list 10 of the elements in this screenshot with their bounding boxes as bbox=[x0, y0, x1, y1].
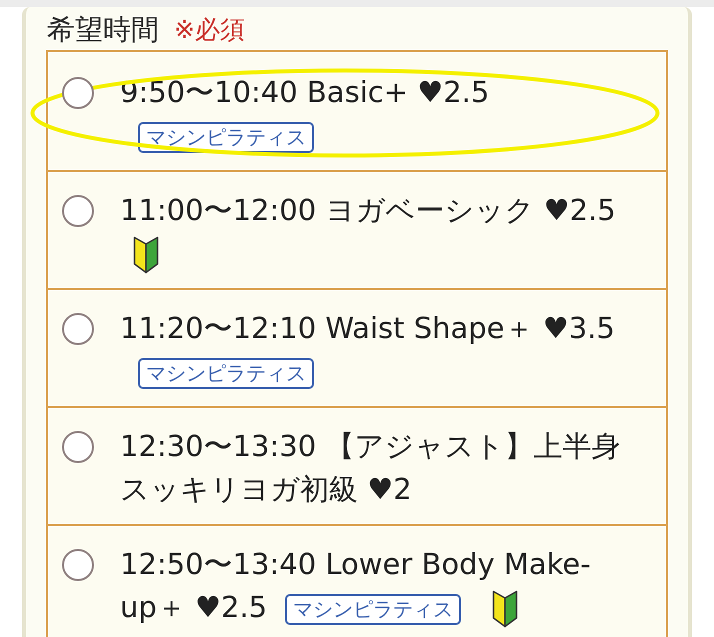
radio-button[interactable] bbox=[62, 312, 94, 344]
category-tag: マシンピラティス bbox=[138, 122, 314, 153]
radio-button[interactable] bbox=[62, 194, 94, 226]
category-tag: マシンピラティス bbox=[138, 358, 314, 389]
required-mark: ※必須 bbox=[174, 14, 245, 46]
field-label: 希望時間 bbox=[47, 12, 159, 46]
radio-button[interactable] bbox=[62, 76, 94, 108]
radio-button[interactable] bbox=[62, 548, 94, 580]
category-tag: マシンピラティス bbox=[285, 594, 462, 625]
radio-button[interactable] bbox=[62, 430, 94, 462]
